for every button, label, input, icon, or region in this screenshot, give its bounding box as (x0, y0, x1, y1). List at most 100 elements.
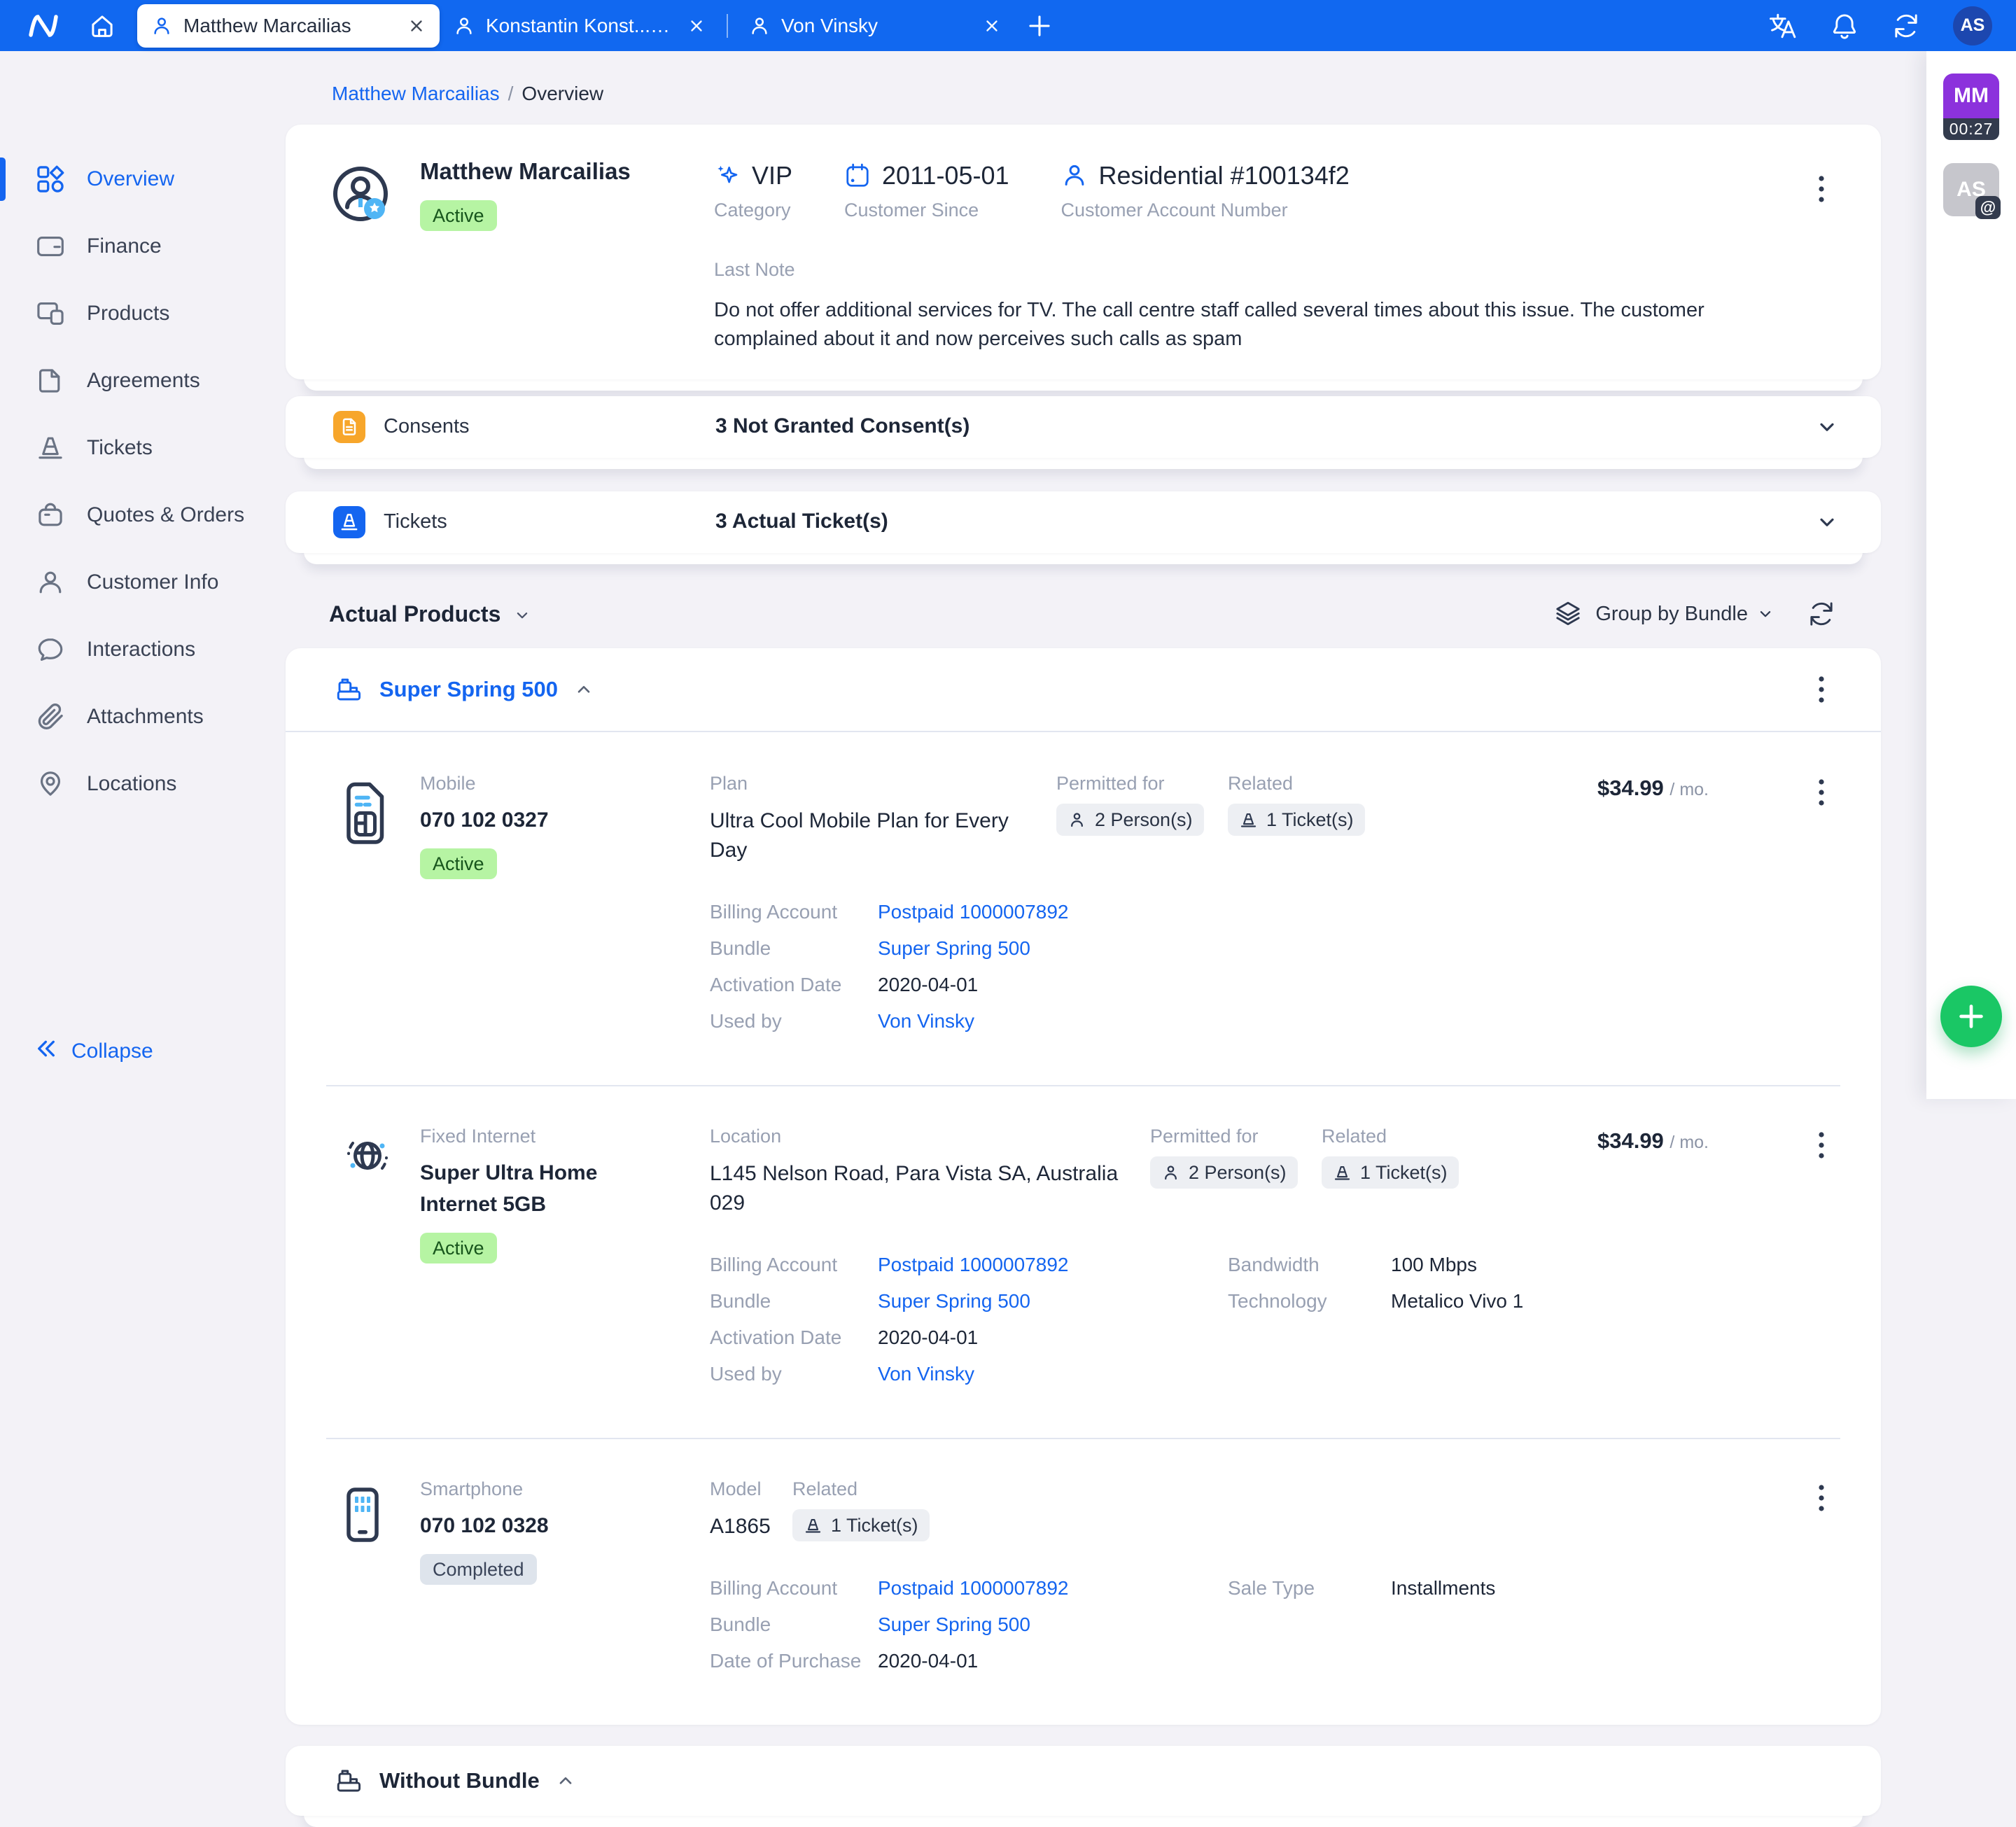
detail-row: Sale TypeInstallments (1228, 1576, 1881, 1600)
close-tab-icon[interactable] (687, 17, 706, 35)
customer-field: VIPCategory (714, 161, 792, 221)
mention-badge: @ (1975, 196, 2001, 219)
related: Related1 Ticket(s) (1322, 1126, 1493, 1218)
sidebar-item-products[interactable]: Products (0, 280, 286, 347)
detail-value-link[interactable]: Postpaid 1000007892 (878, 1576, 1068, 1600)
detail-row: TechnologyMetalico Vivo 1 (1228, 1289, 1881, 1313)
detail-label: Used by (710, 1009, 878, 1033)
close-tab-icon[interactable] (983, 17, 1001, 35)
sidebar-item-customer-info[interactable]: Customer Info (0, 549, 286, 616)
chevron-down-icon[interactable] (1815, 510, 1839, 538)
sidebar-item-finance[interactable]: Finance (0, 213, 286, 280)
product-main: ModelA1865Related1 Ticket(s)Billing Acco… (710, 1478, 1881, 1686)
add-tab-button[interactable] (1026, 13, 1053, 39)
primary-value: Ultra Cool Mobile Plan for Every Day (710, 806, 1035, 865)
chevron-up-icon[interactable] (555, 1770, 576, 1791)
product-main: PlanUltra Cool Mobile Plan for Every Day… (710, 773, 1881, 1046)
sidebar-item-overview[interactable]: Overview (0, 146, 286, 213)
sidebar-item-attachments[interactable]: Attachments (0, 683, 286, 750)
related: Related1 Ticket(s) (792, 1478, 964, 1541)
chevron-down-icon[interactable] (1815, 415, 1839, 442)
collapse-button[interactable]: Collapse (34, 1037, 153, 1066)
product-row-mobile: Mobile070 102 0327ActivePlanUltra Cool M… (286, 732, 1881, 1085)
detail-value-link[interactable]: Super Spring 500 (878, 937, 1030, 960)
sidebar-item-tickets[interactable]: Tickets (0, 414, 286, 482)
ticket-chip[interactable]: 1 Ticket(s) (1322, 1156, 1459, 1189)
related-label: Related (1228, 773, 1399, 794)
person-icon (151, 15, 172, 36)
sidebar-item-agreements[interactable]: Agreements (0, 347, 286, 414)
sidebar-item-locations[interactable]: Locations (0, 750, 286, 818)
last-note-label: Last Note (714, 259, 1764, 281)
ticket-chip[interactable]: 1 Ticket(s) (1228, 804, 1365, 836)
consents-value: 3 Not Granted Consent(s) (715, 414, 969, 438)
summary-rows: Consents 3 Not Granted Consent(s) Tickets3… (286, 396, 1881, 553)
breadcrumb: Matthew Marcailias / Overview (332, 83, 1881, 105)
detail-label: Bundle (710, 1289, 878, 1313)
price-unit: / mo. (1670, 780, 1709, 799)
detail-row: Used byVon Vinsky (710, 1009, 1228, 1033)
details-left: Billing AccountPostpaid 1000007892Bundle… (710, 1253, 1228, 1399)
chip-text: 1 Ticket(s) (1266, 809, 1354, 831)
sync-button[interactable] (1891, 11, 1921, 41)
product-details: Billing AccountPostpaid 1000007892Bundle… (710, 1576, 1881, 1686)
customer-tab[interactable]: Von Vinsky (735, 4, 1015, 48)
sidebar-item-label: Tickets (87, 436, 153, 460)
bundle-header: Super Spring 500 (286, 648, 1881, 732)
bundle-menu-button[interactable] (1818, 676, 1825, 704)
avatar-initials: MM (1943, 74, 1999, 118)
bag-icon (35, 500, 66, 530)
group-by-control[interactable]: Group by Bundle (1553, 599, 1836, 629)
product-menu-button[interactable] (1818, 1131, 1825, 1159)
detail-row: Billing AccountPostpaid 1000007892 (710, 900, 1228, 924)
add-button[interactable] (1940, 986, 2002, 1047)
field-value-text: 2011-05-01 (882, 161, 1009, 190)
refresh-products-button[interactable] (1807, 599, 1836, 629)
notifications-button[interactable] (1830, 11, 1859, 41)
product-menu-button[interactable] (1818, 1484, 1825, 1512)
chat-icon (35, 635, 66, 664)
sidebar-item-interactions[interactable]: Interactions (0, 616, 286, 683)
breadcrumb-customer-link[interactable]: Matthew Marcailias (332, 83, 500, 105)
sim-icon (286, 773, 420, 1046)
detail-value-link[interactable]: Von Vinsky (878, 1009, 974, 1033)
person-chip[interactable]: 2 Person(s) (1056, 804, 1204, 836)
detail-label: Activation Date (710, 1326, 878, 1350)
last-note: Last Note Do not offer additional servic… (714, 259, 1764, 354)
bundle-name-link[interactable]: Super Spring 500 (379, 677, 558, 702)
products-card: Super Spring 500 Mobile070 102 0327Activ… (286, 648, 1881, 1725)
agent-avatar-mm[interactable]: MM 00:27 (1943, 74, 1999, 140)
product-details: Billing AccountPostpaid 1000007892Bundle… (710, 1253, 1881, 1399)
consents-label: Consents (384, 415, 470, 438)
person-chip[interactable]: 2 Person(s) (1150, 1156, 1298, 1189)
ticket-chip[interactable]: 1 Ticket(s) (792, 1509, 930, 1541)
consents-row[interactable]: Consents 3 Not Granted Consent(s) (286, 396, 1881, 458)
group-by-label: Group by Bundle (1595, 603, 1748, 626)
agent-avatar-as[interactable]: AS @ (1943, 163, 1999, 216)
tickets-row[interactable]: Tickets3 Actual Ticket(s) (286, 491, 1881, 553)
consents-icon (333, 411, 365, 443)
sidebar-item-quotes-orders[interactable]: Quotes & Orders (0, 482, 286, 549)
customer-tab[interactable]: Konstantin Konst...skiy (440, 4, 720, 48)
product-menu-button[interactable] (1818, 778, 1825, 806)
chevron-up-icon[interactable] (573, 679, 594, 700)
home-button[interactable] (84, 8, 120, 44)
translate-button[interactable] (1767, 10, 1798, 41)
close-tab-icon[interactable] (407, 17, 426, 35)
ticket-icon (1333, 1163, 1352, 1182)
detail-value-link[interactable]: Postpaid 1000007892 (878, 900, 1068, 924)
chevron-down-icon (1756, 605, 1774, 623)
bundle-icon (335, 675, 364, 704)
detail-value-link[interactable]: Super Spring 500 (878, 1289, 1030, 1313)
detail-value-link[interactable]: Super Spring 500 (878, 1613, 1030, 1637)
product-type-label: Fixed Internet (420, 1126, 679, 1147)
user-avatar[interactable]: AS (1953, 6, 1992, 46)
customer-tab[interactable]: Matthew Marcailias (137, 4, 440, 48)
detail-row: BundleSuper Spring 500 (710, 1613, 1228, 1637)
customer-menu-button[interactable] (1818, 175, 1825, 203)
products-title-dropdown[interactable]: Actual Products (329, 601, 531, 627)
detail-value-link[interactable]: Von Vinsky (878, 1362, 974, 1386)
pin-icon (35, 769, 66, 799)
detail-label: Billing Account (710, 1253, 878, 1277)
detail-value-link[interactable]: Postpaid 1000007892 (878, 1253, 1068, 1277)
